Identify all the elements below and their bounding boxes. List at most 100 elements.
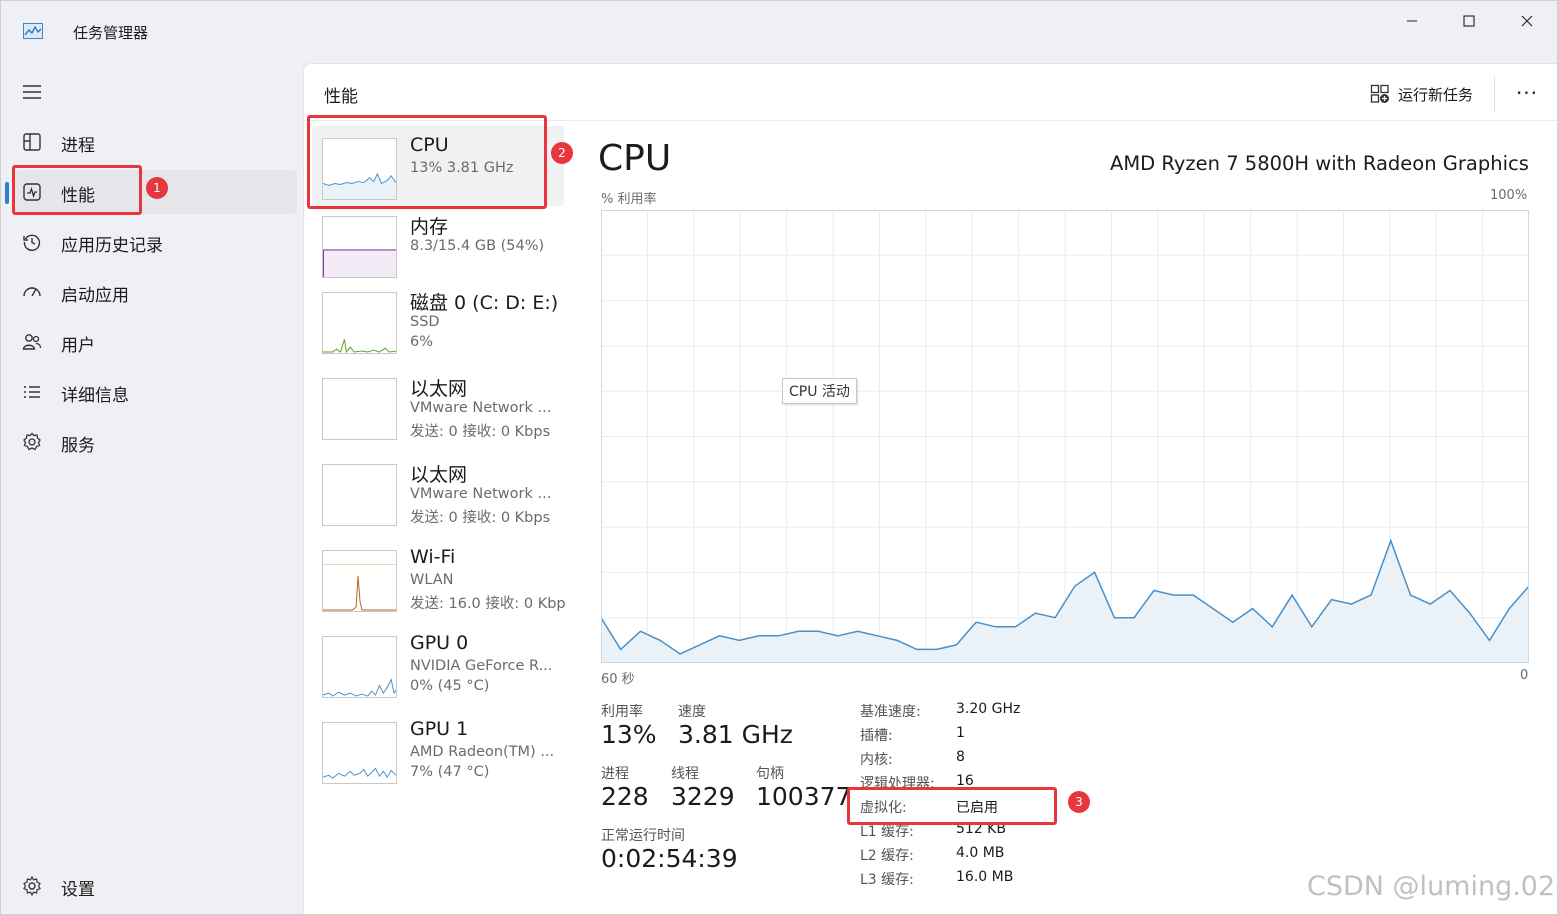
annotation-box-1: [12, 165, 142, 215]
window-title: 任务管理器: [73, 24, 149, 42]
run-new-task-button[interactable]: 运行新任务: [1370, 80, 1473, 108]
device-item-disk[interactable]: 磁盘 0 (C: D: E:) SSD 6%: [312, 280, 564, 360]
gpu-1-thumbnail-graph: [322, 722, 397, 784]
more-options-button[interactable]: ···: [1510, 78, 1544, 108]
processes-icon: [23, 133, 41, 151]
csdn-watermark: CSDN @luming.02: [1307, 871, 1556, 902]
device-item-wifi[interactable]: Wi-Fi WLAN 发送: 16.0 接收: 0 Kbp: [312, 538, 566, 618]
threads-value: 3229: [671, 782, 735, 811]
maximize-button[interactable]: [1446, 7, 1492, 35]
annotation-badge-2: 2: [551, 142, 573, 164]
device-item-gpu-1[interactable]: GPU 1 AMD Radeon(TM) ... 7% (47 °C): [312, 710, 564, 790]
processor-name: AMD Ryzen 7 5800H with Radeon Graphics: [1110, 152, 1529, 175]
annotation-box-3: [847, 787, 1057, 825]
sidebar-item-users[interactable]: 用户: [13, 320, 297, 364]
utilization-label: 利用率: [601, 704, 643, 720]
cpu-utilization-chart[interactable]: [601, 210, 1529, 663]
task-manager-app-icon: [23, 23, 43, 39]
detail-title: CPU: [598, 138, 672, 179]
spec-sockets-label: 插槽:: [860, 728, 893, 744]
details-icon: [24, 386, 40, 398]
spec-l2-cache-label: L2 缓存:: [860, 848, 914, 864]
chart-y-label: % 利用率: [601, 192, 657, 207]
users-icon: [22, 334, 42, 350]
processes-label: 进程: [601, 766, 629, 782]
page-title: 性能: [324, 87, 358, 107]
device-name: GPU 1: [410, 718, 469, 740]
title-bar: 任务管理器: [1, 1, 1557, 61]
device-model: NVIDIA GeForce R...: [410, 658, 553, 674]
spec-l3-cache-label: L3 缓存:: [860, 872, 914, 888]
uptime-value: 0:02:54:39: [601, 844, 738, 873]
minimize-icon: [1407, 20, 1417, 22]
sidebar-item-processes[interactable]: 进程: [13, 120, 297, 164]
chart-x-right-label: 0: [1520, 668, 1529, 683]
device-type: SSD: [410, 314, 440, 330]
sidebar-item-startup-apps[interactable]: 启动应用: [13, 270, 297, 314]
device-name: 内存: [410, 216, 449, 238]
device-throughput: 发送: 0 接收: 0 Kbps: [410, 424, 551, 440]
sidebar-item-label: 服务: [61, 436, 95, 456]
sidebar-item-label: 进程: [61, 136, 95, 156]
spec-l3-cache-value: 16.0 MB: [956, 869, 1014, 885]
device-item-ethernet-1[interactable]: 以太网 VMware Network ... 发送: 0 接收: 0 Kbps: [312, 366, 564, 446]
ethernet-1-thumbnail-graph: [322, 378, 397, 440]
threads-label: 线程: [671, 766, 699, 782]
hamburger-menu-icon[interactable]: [21, 81, 43, 103]
startup-icon: [23, 287, 41, 297]
run-task-icon: [1370, 84, 1389, 103]
active-nav-indicator: [5, 182, 9, 204]
close-button[interactable]: [1504, 7, 1550, 35]
sidebar-item-app-history[interactable]: 应用历史记录: [13, 220, 297, 264]
device-adapter: VMware Network ...: [410, 486, 552, 502]
sidebar-item-services[interactable]: 服务: [13, 420, 297, 464]
chart-y-max: 100%: [1490, 188, 1528, 203]
sidebar-item-label: 详细信息: [61, 386, 129, 406]
device-name: 以太网: [410, 378, 468, 400]
spec-cores-label: 内核:: [860, 752, 893, 768]
device-adapter: WLAN: [410, 572, 454, 588]
cpu-activity-tooltip: CPU 活动: [782, 378, 857, 404]
minimize-button[interactable]: [1389, 7, 1435, 35]
device-summary: 8.3/15.4 GB (54%): [410, 238, 545, 254]
disk-thumbnail-graph: [322, 292, 397, 354]
close-icon: [1521, 15, 1533, 27]
sidebar-item-label: 启动应用: [61, 286, 129, 306]
sidebar-item-details[interactable]: 详细信息: [13, 370, 297, 414]
device-item-gpu-0[interactable]: GPU 0 NVIDIA GeForce R... 0% (45 °C): [312, 624, 564, 704]
device-item-ethernet-2[interactable]: 以太网 VMware Network ... 发送: 0 接收: 0 Kbps: [312, 452, 564, 532]
sidebar-item-settings[interactable]: 设置: [13, 864, 297, 908]
sidebar-item-label: 用户: [61, 336, 95, 356]
processes-value: 228: [601, 782, 649, 811]
device-name: GPU 0: [410, 632, 469, 654]
uptime-label: 正常运行时间: [601, 828, 685, 844]
ethernet-2-thumbnail-graph: [322, 464, 397, 526]
spec-sockets-value: 1: [956, 725, 965, 741]
gpu-0-thumbnail-graph: [322, 636, 397, 698]
settings-gear-icon: [23, 875, 41, 897]
device-name: 磁盘 0 (C: D: E:): [410, 292, 559, 314]
settings-label: 设置: [61, 880, 95, 900]
handles-label: 句柄: [756, 766, 784, 782]
device-usage-temp: 0% (45 °C): [410, 678, 490, 694]
device-adapter: VMware Network ...: [410, 400, 552, 416]
device-item-memory[interactable]: 内存 8.3/15.4 GB (54%): [312, 204, 564, 284]
maximize-icon: [1463, 15, 1475, 27]
handles-value: 100377: [756, 782, 852, 811]
annotation-badge-1: 1: [146, 177, 168, 199]
speed-label: 速度: [678, 704, 706, 720]
more-options-icon: ···: [1515, 81, 1539, 105]
utilization-value: 13%: [601, 720, 657, 749]
device-model: AMD Radeon(TM) ...: [410, 744, 555, 760]
task-manager-window: 任务管理器 进程 性能 应用历史记录 启动应用 用户 详细信息 服务 设置 性能…: [0, 0, 1558, 915]
speed-value: 3.81 GHz: [678, 720, 793, 749]
device-usage-temp: 7% (47 °C): [410, 764, 490, 780]
sidebar-item-label: 应用历史记录: [61, 236, 163, 256]
annotation-box-2: [307, 115, 547, 209]
memory-thumbnail-graph: [322, 216, 397, 278]
chart-x-left-label: 60 秒: [601, 672, 635, 687]
wifi-thumbnail-graph: [322, 550, 397, 612]
run-new-task-label: 运行新任务: [1398, 85, 1474, 104]
services-icon: [23, 432, 41, 451]
annotation-badge-3: 3: [1068, 791, 1090, 813]
